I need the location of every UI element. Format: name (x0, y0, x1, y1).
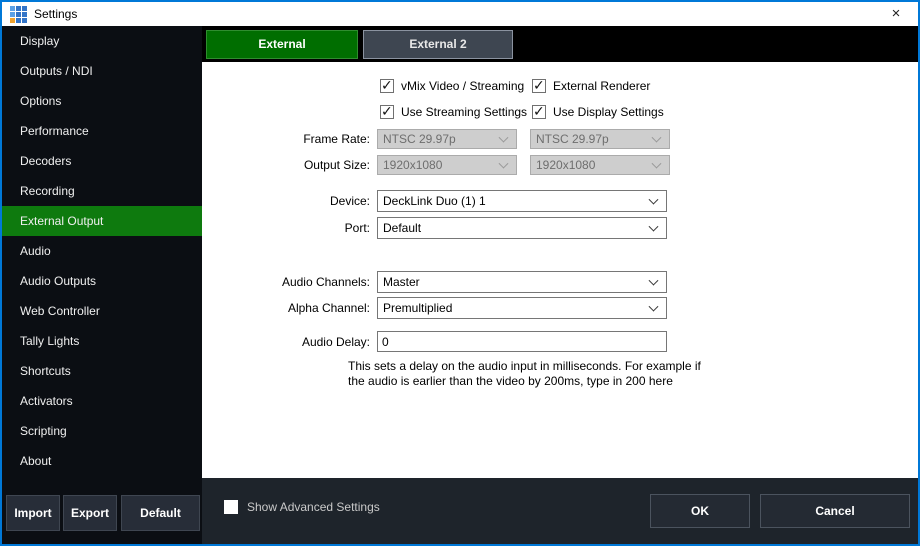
chevron-down-icon (649, 302, 659, 312)
use-display-settings-checkbox[interactable]: Use Display Settings (532, 104, 664, 120)
port-label: Port: (202, 221, 370, 235)
sidebar: Display Outputs / NDI Options Performanc… (2, 26, 202, 544)
device-value: DeckLink Duo (1) 1 (383, 194, 486, 208)
tab-external-2[interactable]: External 2 (363, 30, 513, 59)
show-advanced-settings-label: Show Advanced Settings (247, 500, 380, 514)
alpha-channel-select[interactable]: Premultiplied (377, 297, 667, 319)
export-button[interactable]: Export (63, 495, 117, 531)
checkbox-row-1: vMix Video / Streaming External Renderer (202, 78, 918, 94)
audio-channels-label: Audio Channels: (202, 275, 370, 289)
frame-rate-label: Frame Rate: (202, 132, 370, 146)
tab-bar: External External 2 (202, 26, 918, 62)
chevron-down-icon (652, 159, 662, 169)
output-size-select-1[interactable]: 1920x1080 (377, 155, 517, 175)
checkbox-box-icon[interactable] (224, 500, 238, 514)
chevron-down-icon (499, 133, 509, 143)
checkbox-box-icon[interactable] (380, 105, 394, 119)
sidebar-item-recording[interactable]: Recording (2, 176, 202, 206)
show-advanced-settings-checkbox[interactable]: Show Advanced Settings (224, 500, 380, 514)
vmix-video-streaming-label: vMix Video / Streaming (401, 79, 524, 93)
sidebar-item-display[interactable]: Display (2, 26, 202, 56)
titlebar: Settings × (2, 2, 918, 26)
checkbox-box-icon[interactable] (380, 79, 394, 93)
frame-rate-select-2[interactable]: NTSC 29.97p (530, 129, 670, 149)
port-select[interactable]: Default (377, 217, 667, 239)
external-renderer-checkbox[interactable]: External Renderer (532, 78, 650, 94)
output-size-select-2[interactable]: 1920x1080 (530, 155, 670, 175)
sidebar-item-audio-outputs[interactable]: Audio Outputs (2, 266, 202, 296)
settings-content: vMix Video / Streaming External Renderer… (202, 62, 918, 478)
output-size-label: Output Size: (202, 158, 370, 172)
device-select[interactable]: DeckLink Duo (1) 1 (377, 190, 667, 212)
output-size-value-1: 1920x1080 (383, 158, 442, 172)
device-label: Device: (202, 194, 370, 208)
audio-channels-value: Master (383, 275, 420, 289)
checkbox-box-icon[interactable] (532, 79, 546, 93)
alpha-channel-label: Alpha Channel: (202, 301, 370, 315)
sidebar-item-activators[interactable]: Activators (2, 386, 202, 416)
app-body: Display Outputs / NDI Options Performanc… (2, 26, 918, 544)
output-size-value-2: 1920x1080 (536, 158, 595, 172)
sidebar-item-performance[interactable]: Performance (2, 116, 202, 146)
frame-rate-value-2: NTSC 29.97p (536, 132, 609, 146)
audio-delay-help-line-2: the audio is earlier than the video by 2… (348, 374, 718, 389)
default-button[interactable]: Default (121, 495, 200, 531)
footer-bar: Show Advanced Settings OK Cancel (202, 478, 918, 544)
sidebar-item-external-output[interactable]: External Output (2, 206, 202, 236)
audio-delay-help: This sets a delay on the audio input in … (348, 359, 718, 389)
use-streaming-settings-label: Use Streaming Settings (401, 105, 527, 119)
sidebar-item-about[interactable]: About (2, 446, 202, 476)
import-button[interactable]: Import (6, 495, 60, 531)
vmix-logo-icon (10, 6, 27, 23)
checkbox-row-2: Use Streaming Settings Use Display Setti… (202, 104, 918, 120)
alpha-channel-value: Premultiplied (383, 301, 452, 315)
audio-channels-select[interactable]: Master (377, 271, 667, 293)
chevron-down-icon (652, 133, 662, 143)
close-icon[interactable]: × (880, 2, 912, 26)
sidebar-item-outputs-ndi[interactable]: Outputs / NDI (2, 56, 202, 86)
audio-delay-label: Audio Delay: (202, 335, 370, 349)
sidebar-buttons: Import Export Default (2, 495, 202, 531)
vmix-video-streaming-checkbox[interactable]: vMix Video / Streaming (380, 78, 524, 94)
sidebar-item-tally-lights[interactable]: Tally Lights (2, 326, 202, 356)
sidebar-item-web-controller[interactable]: Web Controller (2, 296, 202, 326)
sidebar-item-scripting[interactable]: Scripting (2, 416, 202, 446)
sidebar-item-decoders[interactable]: Decoders (2, 146, 202, 176)
chevron-down-icon (649, 276, 659, 286)
sidebar-item-shortcuts[interactable]: Shortcuts (2, 356, 202, 386)
main-panel: External External 2 vMix Video / Streami… (202, 26, 918, 544)
settings-window: Settings × Display Outputs / NDI Options… (0, 0, 920, 546)
audio-delay-help-line-1: This sets a delay on the audio input in … (348, 359, 718, 374)
ok-button[interactable]: OK (650, 494, 750, 528)
port-value: Default (383, 221, 421, 235)
sidebar-item-audio[interactable]: Audio (2, 236, 202, 266)
audio-delay-input[interactable] (377, 331, 667, 352)
use-streaming-settings-checkbox[interactable]: Use Streaming Settings (380, 104, 527, 120)
sidebar-item-options[interactable]: Options (2, 86, 202, 116)
cancel-button[interactable]: Cancel (760, 494, 910, 528)
chevron-down-icon (649, 222, 659, 232)
window-title: Settings (34, 7, 77, 21)
tab-external[interactable]: External (206, 30, 358, 59)
sidebar-nav: Display Outputs / NDI Options Performanc… (2, 26, 202, 476)
chevron-down-icon (649, 195, 659, 205)
frame-rate-select-1[interactable]: NTSC 29.97p (377, 129, 517, 149)
chevron-down-icon (499, 159, 509, 169)
checkbox-box-icon[interactable] (532, 105, 546, 119)
frame-rate-value-1: NTSC 29.97p (383, 132, 456, 146)
external-renderer-label: External Renderer (553, 79, 650, 93)
use-display-settings-label: Use Display Settings (553, 105, 664, 119)
